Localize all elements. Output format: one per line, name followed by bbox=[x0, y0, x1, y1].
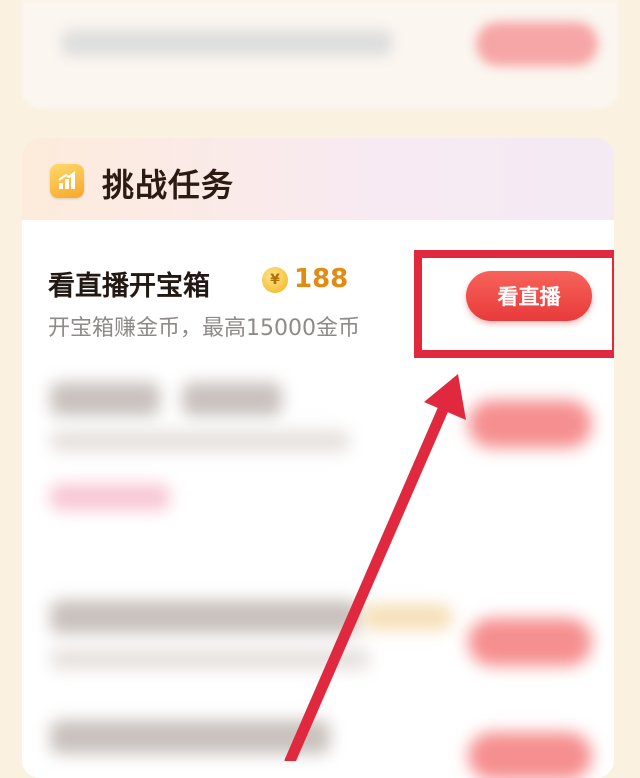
annotation-arrow bbox=[284, 374, 466, 761]
